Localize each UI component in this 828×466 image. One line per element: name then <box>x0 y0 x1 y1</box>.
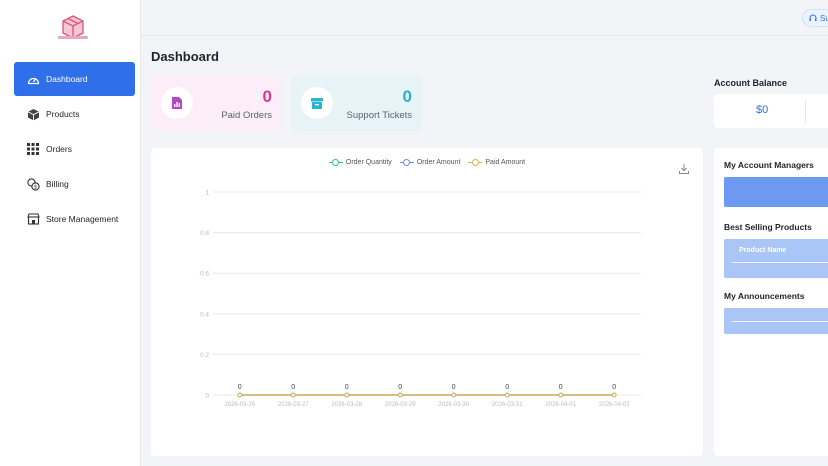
y-tick-label: 0.8 <box>200 230 209 237</box>
chart-doc-icon <box>161 87 193 119</box>
announcements-title: My Announcements <box>724 291 805 301</box>
data-point <box>397 392 403 398</box>
top-bar <box>141 0 828 36</box>
right-info-panel: My Account Managers Best Selling Product… <box>714 148 828 456</box>
x-tick-label: 2026-03-31 <box>492 402 523 408</box>
line-chart: 0 0.2 0.4 0.6 0.8 1 2026-03-26 2026-03-27 2026-0… <box>200 190 641 408</box>
data-point <box>504 392 510 398</box>
store-icon <box>26 212 40 226</box>
data-label: 0 <box>505 384 509 391</box>
x-tick-label: 2026-03-27 <box>278 402 309 408</box>
box-icon <box>26 107 40 121</box>
y-tick-label: 0.2 <box>200 352 209 359</box>
logo-wordmark <box>58 36 88 39</box>
divider <box>805 100 806 122</box>
announcements-table <box>724 308 828 334</box>
product-name-header: Product Name <box>739 247 787 254</box>
data-point <box>237 392 243 398</box>
svg-text:$: $ <box>33 184 37 190</box>
x-tick-label: 2026-04-02 <box>599 402 630 408</box>
y-tick-label: 0.6 <box>200 271 209 278</box>
account-balance-title: Account Balance <box>714 78 788 88</box>
table-divider <box>732 262 828 263</box>
coins-icon: $ <box>26 177 40 191</box>
data-label: 0 <box>398 384 402 391</box>
support-button[interactable]: Su <box>802 9 828 27</box>
grid-icon <box>26 142 40 156</box>
data-label: 0 <box>291 384 295 391</box>
sidebar-item-label: Products <box>46 109 80 119</box>
table-divider <box>732 321 828 322</box>
data-label: 0 <box>559 384 563 391</box>
account-managers-title: My Account Managers <box>724 160 814 170</box>
sidebar-item-billing[interactable]: $ Billing <box>14 167 135 201</box>
y-tick-label: 1 <box>205 190 209 197</box>
data-point <box>611 392 617 398</box>
data-label: 0 <box>345 384 349 391</box>
best-selling-title: Best Selling Products <box>724 222 812 232</box>
sidebar-item-label: Store Management <box>46 214 119 224</box>
x-tick-label: 2026-03-29 <box>385 402 416 408</box>
paid-orders-label: Paid Orders <box>221 110 272 121</box>
sidebar-item-label: Orders <box>46 144 72 154</box>
sidebar: Dashboard Products Orders $ Billing Stor… <box>0 0 141 466</box>
data-point <box>451 392 457 398</box>
x-tick-label: 2026-03-30 <box>438 402 469 408</box>
orders-chart-panel: Order Quantity Order Amount Paid Amount 00… <box>151 148 703 456</box>
headset-icon <box>809 14 817 21</box>
sidebar-item-store-management[interactable]: Store Management <box>14 202 135 236</box>
account-managers-block <box>724 177 828 207</box>
sidebar-item-dashboard[interactable]: Dashboard <box>14 62 135 96</box>
data-label: 0 <box>452 384 456 391</box>
x-tick-label: 2026-03-26 <box>224 402 255 408</box>
support-label: Su <box>820 13 828 23</box>
best-selling-table: Product Name <box>724 239 828 278</box>
y-tick-label: 0 <box>205 393 209 400</box>
sidebar-item-orders[interactable]: Orders <box>14 132 135 166</box>
account-balance-card: $0 <box>714 94 828 128</box>
y-tick-label: 0.4 <box>200 311 209 318</box>
account-balance-value: $0 <box>756 104 769 116</box>
data-point <box>558 392 564 398</box>
paid-orders-count: 0 <box>262 87 272 106</box>
dashboard-gauge-icon <box>26 72 40 86</box>
paid-orders-card[interactable]: 0 Paid Orders <box>151 75 282 131</box>
x-tick-label: 2026-04-01 <box>545 402 576 408</box>
sidebar-item-label: Billing <box>46 179 69 189</box>
support-tickets-label: Support Tickets <box>346 110 412 121</box>
data-point <box>290 392 296 398</box>
archive-box-icon <box>301 87 333 119</box>
x-tick-label: 2026-03-28 <box>331 402 362 408</box>
sidebar-item-products[interactable]: Products <box>14 97 135 131</box>
data-label: 0 <box>238 384 242 391</box>
data-point <box>344 392 350 398</box>
support-tickets-card[interactable]: 0 Support Tickets <box>291 75 422 131</box>
support-tickets-count: 0 <box>402 87 412 106</box>
sidebar-item-label: Dashboard <box>46 74 88 84</box>
data-label: 0 <box>612 384 616 391</box>
page-title: Dashboard <box>151 49 219 64</box>
